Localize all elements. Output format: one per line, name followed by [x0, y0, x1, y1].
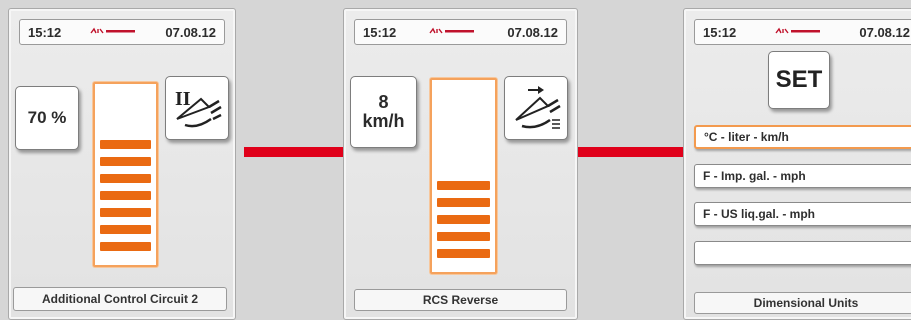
value-display[interactable]: 70 %	[15, 86, 79, 150]
unit-option-us[interactable]: F - US liq.gal. - mph	[694, 202, 911, 226]
unit-option-empty[interactable]	[694, 241, 911, 265]
level-bar[interactable]	[430, 78, 497, 274]
clock: 15:12	[363, 24, 397, 40]
brand-logo	[90, 27, 136, 37]
level-segment	[100, 157, 151, 166]
date: 07.08.12	[859, 24, 910, 40]
level-bar[interactable]	[93, 82, 158, 267]
rcs-reverse-icon-button[interactable]	[504, 76, 568, 140]
speed-value: 8 km/h	[362, 93, 404, 131]
brand-logo	[775, 27, 821, 37]
level-segment	[437, 181, 490, 190]
screen-dimensional-units: 15:12 07.08.12 SET °C - liter - km/h F -…	[683, 8, 911, 320]
additional-control-circuit-icon: II	[175, 88, 222, 128]
set-button[interactable]: SET	[768, 51, 830, 109]
level-segment	[437, 232, 490, 241]
level-segment	[437, 198, 490, 207]
status-bar: 15:12 07.08.12	[694, 19, 911, 45]
level-segment	[100, 225, 151, 234]
date: 07.08.12	[165, 24, 216, 40]
level-segment	[100, 191, 151, 200]
screen-additional-control-circuit: 15:12 07.08.12 70 % II Additional Contro…	[8, 8, 236, 320]
level-segment	[100, 242, 151, 251]
speed-number: 8	[378, 92, 389, 113]
rcs-reverse-icon	[515, 86, 561, 129]
value-display[interactable]: 8 km/h	[350, 76, 417, 148]
function-label: Dimensional Units	[694, 292, 911, 314]
status-bar: 15:12 07.08.12	[19, 19, 225, 45]
clock: 15:12	[28, 24, 62, 40]
speed-unit: km/h	[362, 111, 405, 131]
additional-control-circuit-icon-button[interactable]: II	[165, 76, 229, 140]
date: 07.08.12	[507, 24, 558, 40]
level-segment	[100, 208, 151, 217]
percent-value: 70 %	[27, 108, 67, 128]
function-label: RCS Reverse	[354, 289, 567, 311]
svg-text:II: II	[175, 88, 191, 110]
unit-option-imperial[interactable]: F - Imp. gal. - mph	[694, 164, 911, 188]
function-label: Additional Control Circuit 2	[13, 287, 227, 311]
connector-line-left	[244, 147, 343, 157]
level-segment	[437, 249, 490, 258]
level-segment	[437, 215, 490, 224]
screen-rcs-reverse: 15:12 07.08.12 8 km/h RCS Reverse	[343, 8, 578, 320]
level-segment	[100, 174, 151, 183]
unit-option-metric[interactable]: °C - liter - km/h	[694, 125, 911, 149]
brand-logo	[429, 27, 475, 37]
level-segment	[100, 140, 151, 149]
connector-line-right	[578, 147, 683, 157]
clock: 15:12	[703, 24, 737, 40]
status-bar: 15:12 07.08.12	[354, 19, 567, 45]
set-label: SET	[775, 66, 823, 93]
